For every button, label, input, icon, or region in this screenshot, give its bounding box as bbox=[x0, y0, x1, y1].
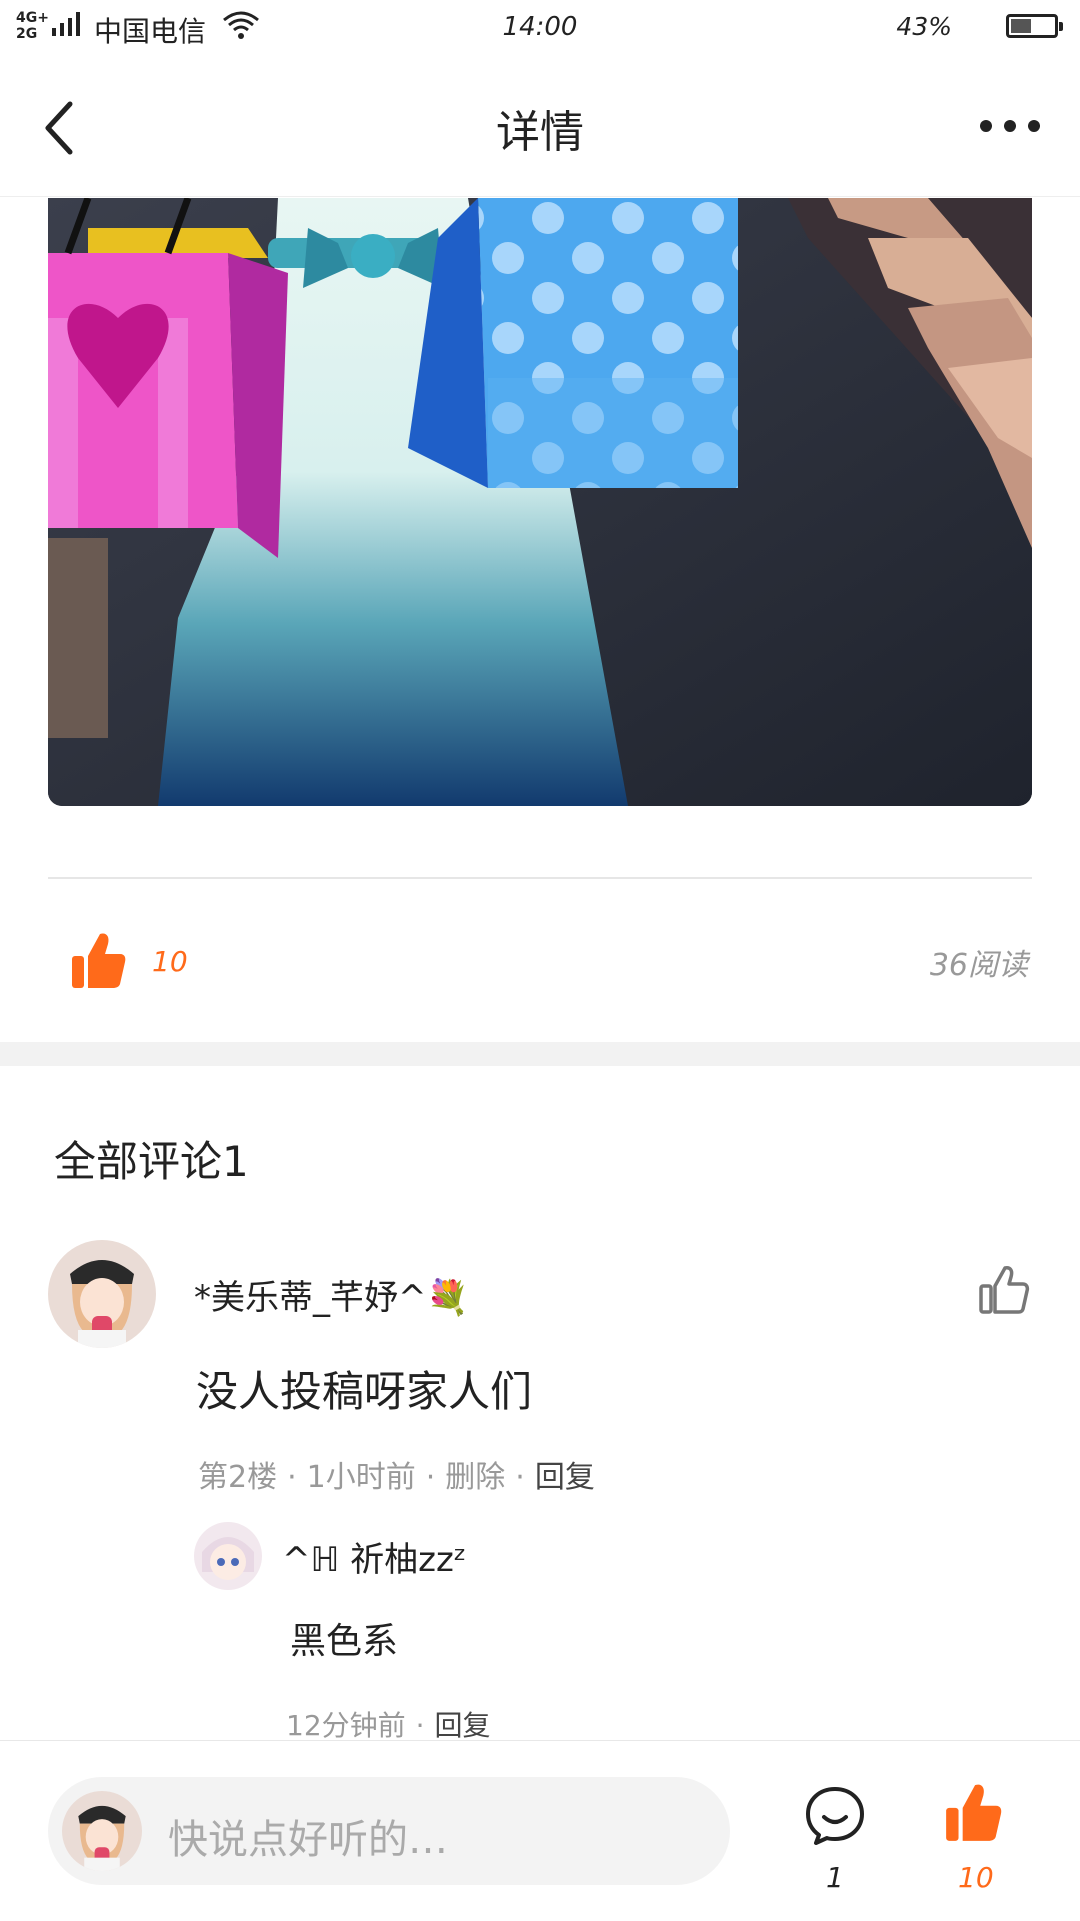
reply-avatar[interactable] bbox=[194, 1522, 262, 1590]
comment-author[interactable]: *美乐蒂_芊妤^💐 bbox=[194, 1270, 469, 1319]
avatar-illustration bbox=[62, 1791, 142, 1871]
separator-dot: · bbox=[415, 1709, 425, 1742]
avatar-illustration bbox=[48, 1240, 156, 1348]
divider bbox=[48, 877, 1032, 879]
avatar-illustration bbox=[194, 1522, 262, 1590]
post-image-illustration bbox=[48, 198, 1032, 806]
read-count: 36阅读 bbox=[929, 948, 1028, 983]
like-count: 10 bbox=[152, 945, 188, 978]
status-bar: 4G+ 2G 中国电信 14:00 43% bbox=[0, 0, 1080, 56]
avatar[interactable] bbox=[48, 1240, 156, 1348]
reply-link[interactable]: 回复 bbox=[435, 1709, 491, 1742]
separator-dot: · bbox=[287, 1460, 297, 1495]
comment-input-placeholder: 快说点好听的… bbox=[168, 1817, 448, 1863]
comments-heading: 全部评论1 bbox=[54, 1137, 249, 1186]
reply-author[interactable]: ^ℍ 祈柚zzᶻ bbox=[282, 1532, 466, 1581]
reply-text: 黑色系 bbox=[290, 1621, 399, 1662]
battery-percent: 43% bbox=[896, 12, 952, 41]
thumbs-up-filled-icon[interactable] bbox=[70, 930, 126, 990]
bottom-action-bar: 快说点好听的… 1 10 bbox=[0, 1740, 1080, 1921]
comment-count: 1 bbox=[826, 1861, 844, 1894]
separator-dot: · bbox=[515, 1460, 525, 1495]
bottom-like-count: 10 bbox=[958, 1861, 994, 1894]
comment-meta: 第2楼 · 1小时前 · 删除 · 回复 bbox=[198, 1452, 595, 1496]
comment-bubble-icon[interactable] bbox=[804, 1785, 866, 1847]
top-nav-bar: 详情 bbox=[0, 56, 1080, 197]
post-image[interactable] bbox=[48, 198, 1032, 806]
delete-link[interactable]: 删除 bbox=[445, 1460, 505, 1495]
my-avatar bbox=[62, 1791, 142, 1871]
reply-time: 12分钟前 bbox=[286, 1709, 406, 1742]
comment-floor: 第2楼 bbox=[198, 1460, 278, 1495]
thumbs-up-filled-icon[interactable] bbox=[944, 1781, 1002, 1843]
comment-text: 没人投稿呀家人们 bbox=[196, 1367, 533, 1416]
page-title: 详情 bbox=[496, 107, 584, 158]
more-dots-icon[interactable] bbox=[978, 114, 1042, 138]
reply-meta: 12分钟前 · 回复 bbox=[286, 1704, 491, 1744]
thumbs-up-outline-icon[interactable] bbox=[978, 1264, 1030, 1316]
reply-link[interactable]: 回复 bbox=[535, 1460, 595, 1495]
section-gap bbox=[0, 1042, 1080, 1066]
comment-input[interactable]: 快说点好听的… bbox=[48, 1777, 730, 1885]
comment-time: 1小时前 bbox=[306, 1460, 416, 1495]
battery-icon bbox=[1006, 14, 1063, 38]
separator-dot: · bbox=[425, 1460, 436, 1495]
